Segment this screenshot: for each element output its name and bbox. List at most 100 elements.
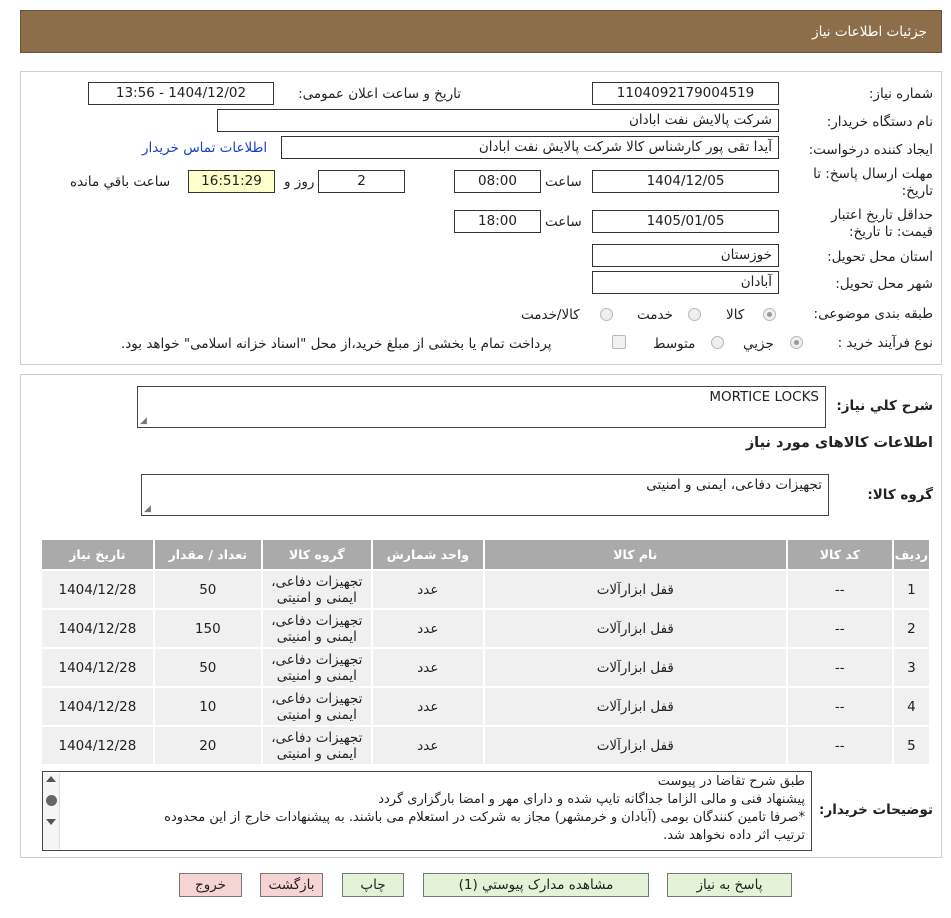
col-row-number: ردیف [891,538,932,571]
category-radio-goods[interactable] [763,308,776,321]
province-label: استان محل تحویل: [827,249,933,265]
reply-deadline-label: مهلت ارسال پاسخ: تا [813,166,933,182]
process-radio-medium[interactable] [711,336,724,349]
cell-item-group: تجهیزات دفاعی، ایمنی و امنیتی [260,569,373,610]
group-field: تجهیزات دفاعی، ایمنی و امنیتی ◢ [141,474,829,516]
need-number-field: 1104092179004519 [592,82,779,105]
cell-unit: عدد [370,569,485,610]
scroll-down-icon[interactable] [46,819,56,825]
scroll-up-icon[interactable] [46,776,56,782]
cell-item-code: -- [785,725,894,766]
scroll-thumb[interactable] [46,795,57,806]
payment-note: پرداخت تمام یا بخشی از مبلغ خرید،از محل … [121,336,552,352]
cell-item-name: قفل ابزارآلات [482,686,788,727]
category-option-both: کالا/خدمت [521,307,580,323]
need-number-label: شماره نیاز: [868,86,933,102]
process-option-minor: جزیي [743,336,774,352]
cell-need-date: 1404/12/28 [40,608,155,649]
page-header: جزئیات اطلاعات نیاز [20,10,942,53]
resize-grip-icon: ◢ [144,504,151,514]
table-row: 5 -- قفل ابزارآلات عدد تجهیزات دفاعی، ای… [40,725,932,766]
col-item-name: نام کالا [482,538,788,571]
cell-item-group: تجهیزات دفاعی، ایمنی و امنیتی [260,725,373,766]
notes-line: پیشنهاد فنی و مالی الزاما جداگانه تایپ ش… [378,792,805,807]
col-item-group: گروه کالا [260,538,373,571]
cell-item-group: تجهیزات دفاعی، ایمنی و امنیتی [260,686,373,727]
exit-button[interactable]: خروج [179,873,242,897]
cell-item-code: -- [785,686,894,727]
cell-row-number: 1 [891,569,932,610]
items-table: ردیف کد کالا نام کالا واحد شمارش گروه کا… [40,538,932,766]
print-button[interactable]: چاپ [342,873,404,897]
cell-unit: عدد [370,686,485,727]
summary-text: MORTICE LOCKS [709,389,819,405]
price-validity-label: حداقل تاریخ اعتبار [831,207,933,223]
cell-item-name: قفل ابزارآلات [482,725,788,766]
buyer-notes-field[interactable]: طبق شرح تقاضا در پیوست پیشنهاد فنی و مال… [42,771,812,851]
col-quantity: تعداد / مقدار [152,538,263,571]
cell-quantity: 150 [152,608,263,649]
table-row: 2 -- قفل ابزارآلات عدد تجهیزات دفاعی، ای… [40,608,932,649]
cell-item-code: -- [785,569,894,610]
buyer-notes-label: توضیحات خریدار: [819,802,933,818]
resize-grip-icon: ◢ [140,416,147,426]
back-button[interactable]: بازگشت [260,873,323,897]
table-header-row: ردیف کد کالا نام کالا واحد شمارش گروه کا… [40,538,932,571]
reply-deadline-label-2: تاریخ: [901,183,933,199]
cell-need-date: 1404/12/28 [40,569,155,610]
buyer-contact-link[interactable]: اطلاعات تماس خریدار [142,140,267,156]
col-unit: واحد شمارش [370,538,485,571]
days-label: روز و [284,174,315,190]
col-need-date: تاریخ نیاز [40,538,155,571]
page-title: جزئیات اطلاعات نیاز [812,24,927,40]
reply-date-field: 1404/12/05 [592,170,779,193]
category-option-service: خدمت [637,307,673,323]
cell-item-code: -- [785,608,894,649]
col-item-code: کد کالا [785,538,894,571]
cell-need-date: 1404/12/28 [40,725,155,766]
buyer-org-label: نام دستگاه خریدار: [826,114,933,130]
cell-item-name: قفل ابزارآلات [482,647,788,688]
notes-line: طبق شرح تقاضا در پیوست [657,774,805,789]
remaining-time-field: 16:51:29 [188,170,275,193]
category-option-goods: کالا [726,307,745,323]
remaining-label: ساعت باقي مانده [70,174,171,190]
cell-need-date: 1404/12/28 [40,647,155,688]
announce-label: تاریخ و ساعت اعلان عمومی: [298,86,461,102]
cell-item-group: تجهیزات دفاعی، ایمنی و امنیتی [260,647,373,688]
cell-item-group: تجهیزات دفاعی، ایمنی و امنیتی [260,608,373,649]
city-label: شهر محل تحویل: [835,276,933,292]
cell-quantity: 50 [152,569,263,610]
process-option-medium: متوسط [653,336,696,352]
buyer-org-field: شرکت پالایش نفت ابادان [217,109,779,132]
cell-quantity: 20 [152,725,263,766]
cell-row-number: 2 [891,608,932,649]
days-field: 2 [318,170,405,193]
validity-date-field: 1405/01/05 [592,210,779,233]
process-label: نوع فرآیند خرید : [837,335,933,351]
notes-line: ترتیب اثر داده نخواهد شد. [663,828,805,843]
cell-item-code: -- [785,647,894,688]
notes-scrollbar[interactable] [43,773,60,849]
group-text: تجهیزات دفاعی، ایمنی و امنیتی [646,477,822,493]
announce-datetime-field: 1404/12/02 - 13:56 [88,82,274,105]
attachments-button[interactable]: مشاهده مدارک پیوستي (1) [423,873,649,897]
process-radio-minor[interactable] [790,336,803,349]
cell-row-number: 3 [891,647,932,688]
table-row: 1 -- قفل ابزارآلات عدد تجهیزات دفاعی، ای… [40,569,932,610]
reply-button[interactable]: پاسخ به نیاز [667,873,792,897]
creator-field: آیدا تقی پور کارشناس کالا شرکت پالایش نف… [281,136,779,159]
cell-need-date: 1404/12/28 [40,686,155,727]
city-field: آبادان [592,271,779,294]
validity-time-field: 18:00 [454,210,541,233]
summary-field: MORTICE LOCKS ◢ [137,386,826,428]
treasury-checkbox[interactable] [612,335,626,349]
category-radio-both[interactable] [600,308,613,321]
group-label: گروه کالا: [867,487,933,503]
cell-item-name: قفل ابزارآلات [482,608,788,649]
category-label: طبقه بندی موضوعی: [813,306,933,322]
notes-line: *صرفا تامین کنندگان بومی (آبادان و خرمشه… [164,810,805,825]
category-radio-service[interactable] [688,308,701,321]
summary-label: شرح کلي نیاز: [836,398,933,414]
cell-quantity: 50 [152,647,263,688]
